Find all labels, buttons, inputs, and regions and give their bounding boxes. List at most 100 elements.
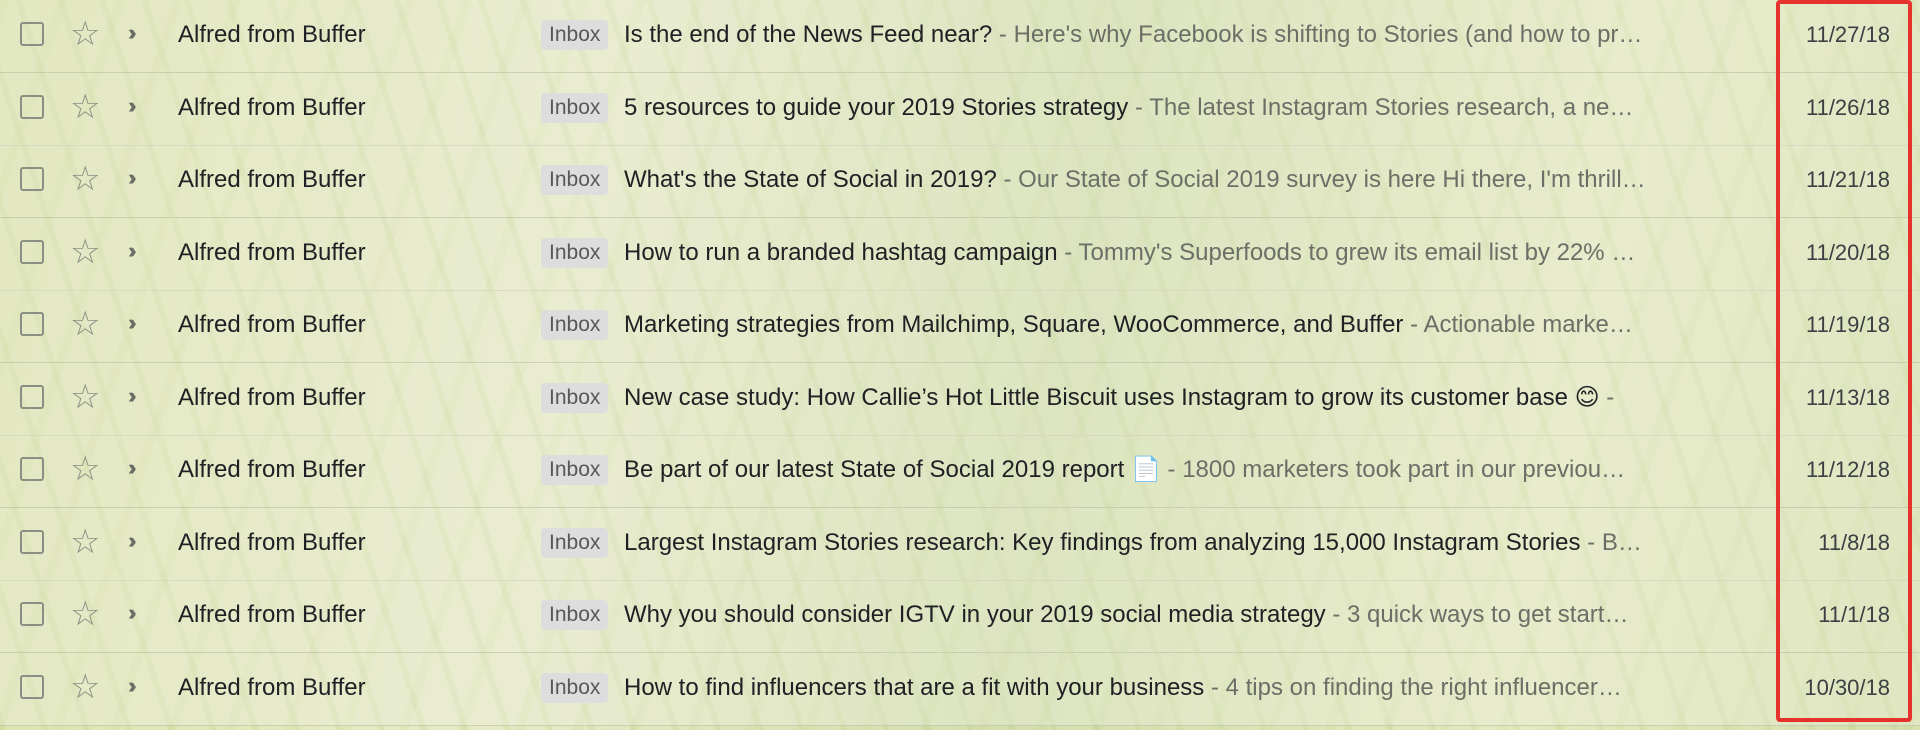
sender-name: Alfred from Buffer: [178, 529, 366, 556]
important-marker-icon[interactable]: ››: [128, 451, 136, 485]
important-marker-icon[interactable]: ››: [128, 379, 136, 413]
inbox-label-chip[interactable]: Inbox: [541, 165, 609, 195]
inbox-label-chip[interactable]: Inbox: [541, 383, 609, 413]
checkbox-icon[interactable]: [20, 22, 44, 46]
subject-snippet-separator: -: [1057, 239, 1079, 266]
email-date: 11/26/18: [1805, 95, 1890, 120]
checkbox-icon[interactable]: [20, 530, 44, 554]
email-date: 11/12/18: [1805, 457, 1890, 482]
sender-name: Alfred from Buffer: [178, 674, 366, 701]
email-content[interactable]: What's the State of Social in 2019? - Ou…: [624, 165, 1712, 197]
checkbox-icon[interactable]: [20, 312, 44, 336]
email-row[interactable]: ☆ ›› Alfred from Buffer Inbox 5 resources to…: [0, 73, 1920, 146]
email-row[interactable]: ☆ ›› Alfred from Buffer Inbox How to run a b…: [0, 218, 1920, 291]
email-snippet: 1800 marketers took part in our previou…: [1182, 456, 1626, 483]
email-snippet: Our State of Social 2019 survey is here …: [1018, 166, 1646, 193]
email-snippet: 3 quick ways to get start…: [1347, 601, 1629, 628]
email-date: 11/1/18: [1818, 602, 1890, 627]
email-content[interactable]: Be part of our latest State of Social 20…: [624, 455, 1712, 487]
email-snippet: Tommy's Superfoods to grew its email lis…: [1078, 239, 1636, 266]
email-content[interactable]: 5 resources to guide your 2019 Stories s…: [624, 93, 1712, 125]
important-marker-icon[interactable]: ››: [128, 234, 136, 268]
email-subject: What's the State of Social in 2019?: [624, 166, 997, 193]
email-subject: Marketing strategies from Mailchimp, Squ…: [624, 311, 1404, 338]
email-date: 11/21/18: [1805, 167, 1890, 192]
email-row[interactable]: ☆ ›› Alfred from Buffer Inbox Is the end of …: [0, 0, 1920, 73]
inbox-label-chip[interactable]: Inbox: [541, 310, 609, 340]
email-snippet: B…: [1601, 529, 1642, 556]
email-date: 11/20/18: [1805, 240, 1890, 265]
email-subject: Largest Instagram Stories research: Key …: [624, 529, 1581, 556]
checkbox-icon[interactable]: [20, 602, 44, 626]
star-icon[interactable]: ☆: [70, 377, 100, 417]
subject-snippet-separator: -: [1204, 674, 1226, 701]
email-subject: How to run a branded hashtag campaign: [624, 239, 1058, 266]
important-marker-icon[interactable]: ››: [128, 596, 136, 630]
checkbox-icon[interactable]: [20, 95, 44, 119]
email-subject: Why you should consider IGTV in your 201…: [624, 601, 1326, 628]
important-marker-icon[interactable]: ››: [128, 306, 136, 340]
email-row[interactable]: ☆ ›› Alfred from Buffer Inbox Marketing stra…: [0, 290, 1920, 363]
checkbox-icon[interactable]: [20, 385, 44, 409]
subject-snippet-separator: -: [1160, 456, 1183, 483]
star-icon[interactable]: ☆: [70, 159, 100, 199]
sender-name: Alfred from Buffer: [178, 601, 366, 628]
checkbox-icon[interactable]: [20, 675, 44, 699]
checkbox-icon[interactable]: [20, 457, 44, 481]
email-content[interactable]: New case study: How Callie’s Hot Little …: [624, 383, 1712, 415]
important-marker-icon[interactable]: ››: [128, 16, 136, 50]
subject-snippet-separator: -: [996, 166, 1019, 193]
important-marker-icon[interactable]: ››: [128, 524, 136, 558]
inbox-label-chip[interactable]: Inbox: [541, 455, 609, 485]
email-row[interactable]: ☆ ›› Alfred from Buffer Inbox Largest Instag…: [0, 508, 1920, 581]
sender-name: Alfred from Buffer: [178, 311, 366, 338]
star-icon[interactable]: ☆: [70, 667, 100, 707]
inbox-label-chip[interactable]: Inbox: [541, 528, 609, 558]
checkbox-icon[interactable]: [20, 167, 44, 191]
email-date: 10/30/18: [1804, 675, 1890, 700]
email-snippet: 4 tips on finding the right influencer…: [1225, 674, 1622, 701]
email-snippet: Actionable marke…: [1423, 311, 1633, 338]
subject-snippet-separator: -: [1325, 601, 1347, 628]
inbox-label-chip[interactable]: Inbox: [541, 600, 609, 630]
important-marker-icon[interactable]: ››: [128, 669, 136, 703]
email-date: 11/13/18: [1805, 385, 1890, 410]
sender-name: Alfred from Buffer: [178, 166, 366, 193]
important-marker-icon[interactable]: ››: [128, 89, 136, 123]
star-icon[interactable]: ☆: [70, 304, 100, 344]
sender-name: Alfred from Buffer: [178, 456, 366, 483]
star-icon[interactable]: ☆: [70, 87, 100, 127]
star-icon[interactable]: ☆: [70, 449, 100, 489]
sender-name: Alfred from Buffer: [178, 94, 366, 121]
email-content[interactable]: How to find influencers that are a fit w…: [624, 673, 1712, 705]
inbox-label-chip[interactable]: Inbox: [541, 93, 609, 123]
email-row[interactable]: ☆ ›› Alfred from Buffer Inbox New case study…: [0, 363, 1920, 436]
inbox-label-chip[interactable]: Inbox: [541, 238, 609, 268]
email-row[interactable]: ☆ ›› Alfred from Buffer Inbox How to find in…: [0, 653, 1920, 726]
email-content[interactable]: Marketing strategies from Mailchimp, Squ…: [624, 310, 1712, 342]
email-content[interactable]: How to run a branded hashtag campaign - …: [624, 238, 1712, 270]
star-icon[interactable]: ☆: [70, 14, 100, 54]
inbox-label-chip[interactable]: Inbox: [541, 20, 609, 50]
checkbox-icon[interactable]: [20, 240, 44, 264]
important-marker-icon[interactable]: ››: [128, 161, 136, 195]
subject-snippet-separator: -: [1128, 94, 1150, 121]
email-snippet: The latest Instagram Stories research, a…: [1149, 94, 1634, 121]
sender-name: Alfred from Buffer: [178, 21, 366, 48]
email-content[interactable]: Why you should consider IGTV in your 201…: [624, 600, 1712, 632]
sender-name: Alfred from Buffer: [178, 384, 366, 411]
email-subject: New case study: How Callie’s Hot Little …: [624, 384, 1600, 411]
email-content[interactable]: Is the end of the News Feed near? - Here…: [624, 20, 1712, 52]
email-date: 11/19/18: [1805, 312, 1890, 337]
subject-snippet-separator: -: [992, 21, 1014, 48]
star-icon[interactable]: ☆: [70, 522, 100, 562]
inbox-label-chip[interactable]: Inbox: [541, 673, 609, 703]
email-row[interactable]: ☆ ›› Alfred from Buffer Inbox Be part of our…: [0, 435, 1920, 508]
email-row[interactable]: ☆ ›› Alfred from Buffer Inbox What's the Sta…: [0, 145, 1920, 218]
subject-snippet-separator: -: [1580, 529, 1602, 556]
subject-snippet-separator: -: [1403, 311, 1424, 338]
star-icon[interactable]: ☆: [70, 232, 100, 272]
star-icon[interactable]: ☆: [70, 594, 100, 634]
email-content[interactable]: Largest Instagram Stories research: Key …: [624, 528, 1712, 560]
email-row[interactable]: ☆ ›› Alfred from Buffer Inbox Why you should…: [0, 580, 1920, 653]
